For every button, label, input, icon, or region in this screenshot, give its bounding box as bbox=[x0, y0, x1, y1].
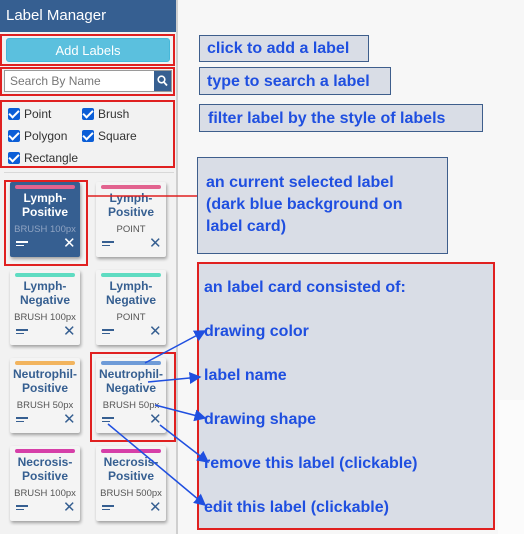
arrow-drawing-shape bbox=[154, 404, 207, 422]
arrow-label-name bbox=[147, 372, 202, 384]
arrow-remove bbox=[159, 424, 210, 463]
arrow-drawing-color bbox=[144, 330, 207, 364]
connector-arrows bbox=[88, 195, 210, 506]
arrow-edit bbox=[107, 423, 207, 506]
